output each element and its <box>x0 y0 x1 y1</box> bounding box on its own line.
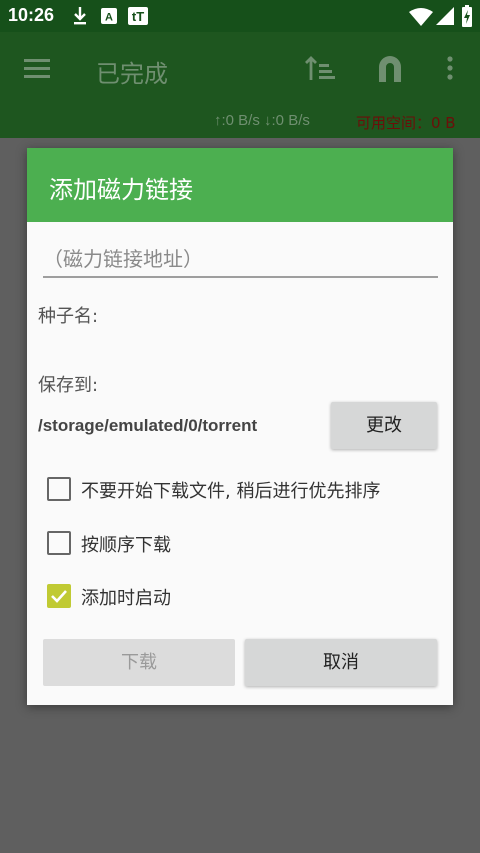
change-path-button[interactable]: 更改 <box>331 402 437 449</box>
svg-text:tT: tT <box>132 9 144 24</box>
option-label: 不要开始下载文件, 稍后进行优先排序 <box>81 481 381 502</box>
dialog-title: 添加磁力链接 <box>49 176 193 204</box>
status-bar: 10:26 A tT <box>0 0 480 32</box>
checkbox[interactable] <box>47 531 71 555</box>
checkbox-checked[interactable] <box>47 584 71 608</box>
more-vert-icon[interactable] <box>447 56 453 84</box>
sort-icon[interactable] <box>305 56 335 86</box>
free-space-indicator: 可用空间：0 B <box>356 114 456 132</box>
option-label: 按顺序下载 <box>81 535 171 556</box>
option-label: 添加时启动 <box>81 588 171 609</box>
dialog-header: 添加磁力链接 <box>27 148 453 222</box>
svg-text:A: A <box>105 12 113 24</box>
signal-icon <box>436 7 454 29</box>
page-title: 已完成 <box>96 60 168 88</box>
torrent-name-label: 种子名: <box>38 306 99 327</box>
menu-icon[interactable] <box>24 58 50 82</box>
add-magnet-dialog: 添加磁力链接 种子名: 保存到: /storage/emulated/0/tor… <box>27 148 453 705</box>
wifi-icon <box>409 8 433 30</box>
magnet-icon[interactable] <box>377 54 403 86</box>
tt-notification-icon: tT <box>128 7 148 29</box>
save-path: /storage/emulated/0/torrent <box>38 416 258 435</box>
magnet-link-input[interactable] <box>43 242 438 278</box>
checkbox[interactable] <box>47 477 71 501</box>
speed-indicator: ↑:0 B/s ↓:0 B/s <box>214 112 310 129</box>
cancel-button[interactable]: 取消 <box>245 639 437 686</box>
app-bar: 已完成 ↑:0 B/s ↓:0 B/s 可用空间：0 B <box>0 32 480 138</box>
status-time: 10:26 <box>8 5 55 25</box>
download-button[interactable]: 下载 <box>43 639 235 686</box>
check-icon <box>50 589 67 603</box>
save-to-label: 保存到: <box>38 375 99 396</box>
download-icon <box>72 6 88 30</box>
a-notification-icon: A <box>101 8 117 28</box>
battery-charging-icon <box>462 5 472 31</box>
